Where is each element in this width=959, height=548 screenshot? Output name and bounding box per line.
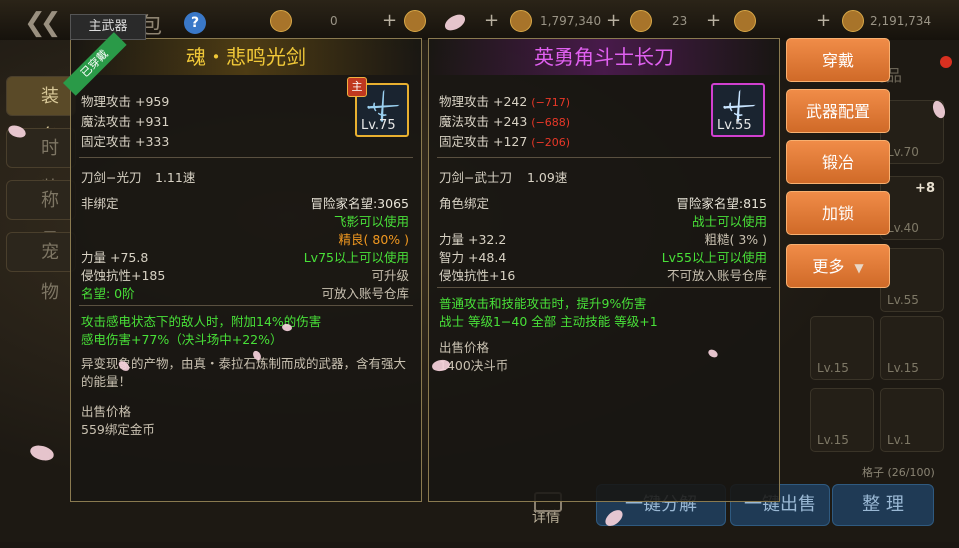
effect-line-2: 战士 等级1−40 全部 主动技能 等级+1 <box>439 314 658 329</box>
fixed-attack: 固定攻击 +333 <box>81 134 170 149</box>
effect-line-2: 感电伤害+77%（决斗场中+22%） <box>81 332 283 347</box>
item-description: 异变现象的产物，由真・泰拉石炼制而成的武器，含有强大的能量！ <box>81 356 407 389</box>
phys-attack: 物理攻击 +959 <box>81 94 170 109</box>
class-requirement: 战士可以使用 <box>691 214 767 229</box>
sell-price: 559绑定金币 <box>81 422 155 437</box>
more-button[interactable]: 更多 ▼ <box>786 244 890 288</box>
strength: 力量 +32.2 <box>439 232 507 247</box>
inventory-slot[interactable]: Lv.1 <box>880 388 944 452</box>
add-resource-3-button[interactable]: + <box>606 10 621 31</box>
attack-speed: 1.11速 <box>155 170 196 185</box>
add-resource-4-button[interactable]: + <box>706 10 721 31</box>
ticket-icon <box>630 10 652 32</box>
resource-value-4: 2,191,734 <box>870 14 932 28</box>
item-level: Lv.75 <box>361 118 396 133</box>
item-level: Lv.55 <box>717 118 752 133</box>
weapon-config-button[interactable]: 武器配置 <box>786 89 890 133</box>
resource-value-2: 1,797,340 <box>540 14 602 28</box>
bind-status: 角色绑定 <box>439 196 490 211</box>
weapon-type: 刀剑−光刀 <box>81 170 142 185</box>
tab-title[interactable]: 称号 <box>6 180 76 251</box>
equipped-item-panel: 已穿戴 魂・悲鸣光剑 主 ⚔ Lv.75 物理攻击 +959 魔法攻击 +931… <box>63 32 422 502</box>
divider <box>437 157 771 158</box>
resource-value-1: 0 <box>330 14 338 28</box>
corrosion-resist: 侵蚀抗性+16 <box>439 268 516 283</box>
lock-button[interactable]: 加锁 <box>786 191 890 235</box>
fame: 冒险家名望:3065 <box>310 196 409 211</box>
resource-value-3: 23 <box>672 14 688 28</box>
more-label: 更多 <box>812 257 845 276</box>
add-resource-5-button[interactable]: + <box>816 10 831 31</box>
account-storage: 不可放入账号仓库 <box>666 268 767 283</box>
item-name: 英勇角斗士长刀 <box>429 39 779 75</box>
strength: 力量 +75.8 <box>81 250 149 265</box>
magic-attack-diff: (−688) <box>531 116 571 129</box>
fixed-attack: 固定攻击 +127 (−206) <box>439 134 571 149</box>
divider <box>79 305 413 306</box>
notification-dot <box>940 56 952 68</box>
token-icon <box>734 10 756 32</box>
magic-attack: 魔法攻击 +931 <box>81 114 170 129</box>
inventory-slot[interactable]: Lv.15 <box>880 316 944 380</box>
account-storage: 可放入账号仓库 <box>321 286 409 301</box>
chevron-down-icon: ▼ <box>854 261 864 275</box>
class-requirement: 飞影可以使用 <box>333 214 409 229</box>
attack-speed: 1.09速 <box>527 170 568 185</box>
gold-icon <box>510 10 532 32</box>
bind-status: 非绑定 <box>81 196 119 211</box>
reputation-tier: 名望: 0阶 <box>81 286 135 301</box>
upgradable: 可升级 <box>371 268 409 283</box>
sort-button[interactable]: 整 理 <box>832 484 934 526</box>
coin-icon <box>404 10 426 32</box>
effect-line-1: 普通攻击和技能攻击时，提升9%伤害 <box>439 296 647 311</box>
intelligence: 智力 +48.4 <box>439 250 507 265</box>
forge-button[interactable]: 锻冶 <box>786 140 890 184</box>
weapon-type: 刀剑−武士刀 <box>439 170 512 185</box>
compare-item-panel: 英勇角斗士长刀 ⚔ Lv.55 物理攻击 +242 (−717) 魔法攻击 +2… <box>428 38 780 502</box>
add-resource-2-button[interactable]: + <box>484 10 499 31</box>
divider <box>79 157 413 158</box>
corrosion-resist: 侵蚀抗性+185 <box>81 268 166 283</box>
phys-attack-diff: (−717) <box>531 96 571 109</box>
main-weapon-badge: 主 <box>347 77 367 97</box>
sell-price-label: 出售价格 <box>439 340 490 355</box>
item-icon: ⚔ Lv.55 <box>711 82 765 137</box>
grid-count: 格子 (26/100) <box>862 466 935 479</box>
fixed-attack-diff: (−206) <box>531 136 571 149</box>
tab-pet[interactable]: 宠物 <box>6 232 76 303</box>
level-requirement: Lv55以上可以使用 <box>661 250 767 265</box>
phys-attack: 物理攻击 +242 (−717) <box>439 94 571 109</box>
quality: 粗糙( 3% ) <box>704 232 767 247</box>
inventory-slot[interactable]: Lv.15 <box>810 388 874 452</box>
help-icon[interactable]: ? <box>184 12 206 34</box>
level-requirement: Lv75以上可以使用 <box>303 250 409 265</box>
fatigue-icon <box>270 10 292 32</box>
sell-price-label: 出售价格 <box>81 404 132 419</box>
add-resource-1-button[interactable]: + <box>382 10 397 31</box>
magic-attack: 魔法攻击 +243 (−688) <box>439 114 571 129</box>
wear-button[interactable]: 穿戴 <box>786 38 890 82</box>
divider <box>437 287 771 288</box>
back-arrow-icon[interactable]: ❮❮ <box>24 8 61 38</box>
inventory-slot[interactable]: Lv.15 <box>810 316 874 380</box>
quality: 精良( 80% ) <box>338 232 409 247</box>
diamond-icon <box>842 10 864 32</box>
fame: 冒险家名望:815 <box>676 196 767 211</box>
